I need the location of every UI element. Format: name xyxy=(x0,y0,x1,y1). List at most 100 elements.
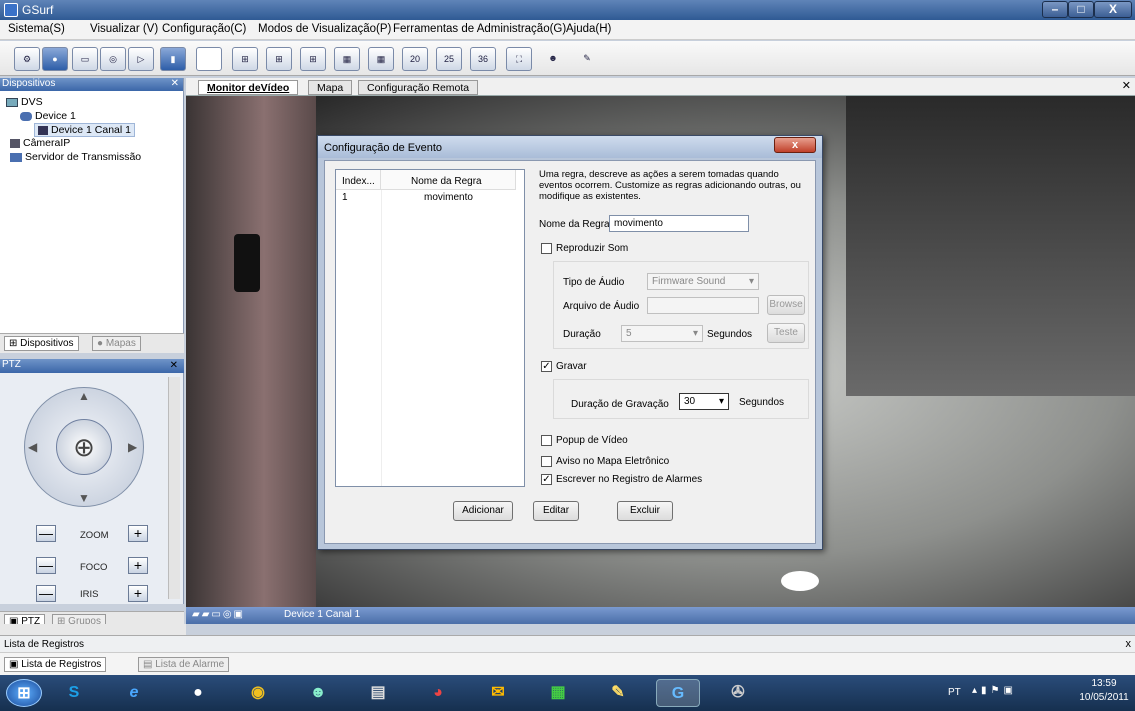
ptz-down-icon[interactable]: ▼ xyxy=(78,491,90,505)
rules-list[interactable]: Index... Nome da Regra 1 movimento xyxy=(335,169,525,487)
skype-icon[interactable]: S xyxy=(52,679,96,707)
gsurf-taskbar-icon[interactable]: G xyxy=(656,679,700,707)
menu-modos-visualizacao[interactable]: Modos de Visualização(P) xyxy=(258,23,391,35)
layout-6-icon[interactable]: ⊞ xyxy=(266,47,292,71)
ptz-up-icon[interactable]: ▲ xyxy=(78,389,90,403)
menu-sistema[interactable]: Sistema(S) xyxy=(8,23,65,35)
col-divider xyxy=(381,190,382,486)
layout-1-icon[interactable]: ▮ xyxy=(160,47,186,71)
emap-checkbox[interactable] xyxy=(541,456,552,467)
menu-ajuda[interactable]: Ajuda(H) xyxy=(566,23,611,35)
start-button[interactable]: ⊞ xyxy=(6,679,42,707)
tab-lista-alarme[interactable]: ▤ Lista de Alarme xyxy=(138,657,230,672)
focus-out-button[interactable]: — xyxy=(36,557,56,574)
layout-20-button[interactable]: 20 xyxy=(402,47,428,71)
duration-select[interactable]: 5 ▾ xyxy=(621,325,703,342)
tab-monitor-video[interactable]: Monitor deVídeo xyxy=(198,80,299,95)
excel-icon[interactable]: ▦ xyxy=(536,679,580,707)
paint-icon[interactable]: ✎ xyxy=(596,679,640,707)
tab-lista-registros[interactable]: ▣ Lista de Registros xyxy=(4,657,107,672)
record-checkbox[interactable]: ✓ xyxy=(541,361,552,372)
tree-node-channel1[interactable]: Device 1 Canal 1 xyxy=(34,123,135,137)
layout-9-icon[interactable]: ▦ xyxy=(334,47,360,71)
popup-checkbox[interactable] xyxy=(541,435,552,446)
tray-icons[interactable]: ▴▮⚑▣ xyxy=(972,685,1017,696)
add-button[interactable]: Adicionar xyxy=(453,501,513,521)
media-player-icon[interactable]: ◕ xyxy=(416,679,460,707)
delete-button[interactable]: Excluir xyxy=(617,501,673,521)
ptz-header: PTZ ✕ xyxy=(0,359,184,373)
ie-icon[interactable]: e xyxy=(112,679,156,707)
browse-button[interactable]: Browse xyxy=(767,295,805,315)
outlook-icon[interactable]: ✉ xyxy=(476,679,520,707)
ptz-center-icon[interactable]: ⊕ xyxy=(56,419,112,475)
ptz-scrollbar[interactable] xyxy=(168,377,180,599)
tree-icon[interactable]: ⚙ xyxy=(14,47,40,71)
iris-open-button[interactable]: + xyxy=(128,585,148,602)
alarm-log-checkbox[interactable]: ✓ xyxy=(541,474,552,485)
audio-file-input[interactable] xyxy=(647,297,759,314)
rule-row-index[interactable]: 1 xyxy=(342,192,348,203)
devices-close-icon[interactable]: ✕ xyxy=(171,78,179,90)
play-sound-checkbox[interactable] xyxy=(541,243,552,254)
clock-time[interactable]: 13:59 xyxy=(1076,678,1132,689)
statusbar-icons[interactable]: ▰▰▭◎▣ xyxy=(192,609,245,620)
record-duration-select[interactable]: 30 ▾ xyxy=(679,393,729,410)
tree-node-ipcamera[interactable]: CâmeraIP xyxy=(10,137,70,149)
test-button[interactable]: Teste xyxy=(767,323,805,343)
layout-36-button[interactable]: 36 xyxy=(470,47,496,71)
rule-name-input[interactable]: movimento xyxy=(609,215,749,232)
dialog-close-button[interactable]: x xyxy=(774,137,816,153)
layout-single-icon[interactable] xyxy=(196,47,222,71)
menu-configuracao[interactable]: Configuração(C) xyxy=(162,23,246,35)
rule-row-name[interactable]: movimento xyxy=(424,192,473,203)
logs-close-icon[interactable]: x xyxy=(1126,638,1132,650)
menu-visualizar[interactable]: Visualizar (V) xyxy=(90,23,158,35)
video-tabs-close-icon[interactable]: ✕ xyxy=(1122,79,1131,92)
fullscreen-icon[interactable]: ⛶ xyxy=(506,47,532,71)
close-button[interactable]: X xyxy=(1094,1,1132,18)
ptz-left-icon[interactable]: ◀ xyxy=(28,440,37,454)
tab-mapas[interactable]: ● Mapas xyxy=(92,336,141,351)
layout-25-button[interactable]: 25 xyxy=(436,47,462,71)
monitor-icon[interactable]: ▭ xyxy=(72,47,98,71)
globe-icon[interactable]: ● xyxy=(42,47,68,71)
gtalk-icon[interactable]: ● xyxy=(176,679,220,707)
col-name-header[interactable]: Nome da Regra xyxy=(381,170,516,190)
ptz-right-icon[interactable]: ▶ xyxy=(128,440,137,454)
clock-date[interactable]: 10/05/2011 xyxy=(1076,692,1132,703)
ptz-close-icon[interactable]: ✕ xyxy=(170,360,178,372)
layout-16-icon[interactable]: ▦ xyxy=(368,47,394,71)
audio-type-select[interactable]: Firmware Sound ▾ xyxy=(647,273,759,290)
tab-dispositivos[interactable]: ⊞ Dispositivos xyxy=(4,336,79,351)
tree-node-dvs[interactable]: DVS xyxy=(6,96,43,108)
chrome-icon[interactable]: ◉ xyxy=(236,679,280,707)
tools-taskbar-icon[interactable]: ✇ xyxy=(716,679,760,707)
tree-node-device1[interactable]: Device 1 xyxy=(20,110,76,122)
messenger-icon[interactable]: ☻ xyxy=(296,679,340,707)
ptz-panel: ⊕ ▲ ▼ ◀ ▶ — ZOOM + — FOCO + — IRIS + xyxy=(0,373,184,604)
event-config-dialog: Configuração de Evento x Index... Nome d… xyxy=(317,135,823,550)
layout-4-icon[interactable]: ⊞ xyxy=(232,47,258,71)
tools-icon[interactable]: ✎ xyxy=(574,47,600,71)
maximize-button[interactable]: □ xyxy=(1068,1,1094,18)
playback-icon[interactable]: ▷ xyxy=(128,47,154,71)
layout-8-icon[interactable]: ⊞ xyxy=(300,47,326,71)
tree-node-server[interactable]: Servidor de Transmissão xyxy=(10,151,141,163)
minimize-button[interactable]: – xyxy=(1042,1,1068,18)
iris-close-button[interactable]: — xyxy=(36,585,56,602)
zoom-out-button[interactable]: — xyxy=(36,525,56,542)
user-icon[interactable]: ☻ xyxy=(540,47,566,71)
target-icon[interactable]: ◎ xyxy=(100,47,126,71)
zoom-in-button[interactable]: + xyxy=(128,525,148,542)
menu-ferramentas[interactable]: Ferramentas de Administração(G) xyxy=(393,23,566,35)
language-indicator[interactable]: PT xyxy=(948,687,961,698)
folder-icon[interactable]: ▤ xyxy=(356,679,400,707)
app-icon xyxy=(4,3,18,17)
tab-mapa[interactable]: Mapa xyxy=(308,80,353,95)
col-index-header[interactable]: Index... xyxy=(336,170,381,190)
edit-button[interactable]: Editar xyxy=(533,501,579,521)
tab-configuracao-remota[interactable]: Configuração Remota xyxy=(358,80,479,95)
focus-in-button[interactable]: + xyxy=(128,557,148,574)
record-duration-label: Duração de Gravação xyxy=(571,399,669,410)
